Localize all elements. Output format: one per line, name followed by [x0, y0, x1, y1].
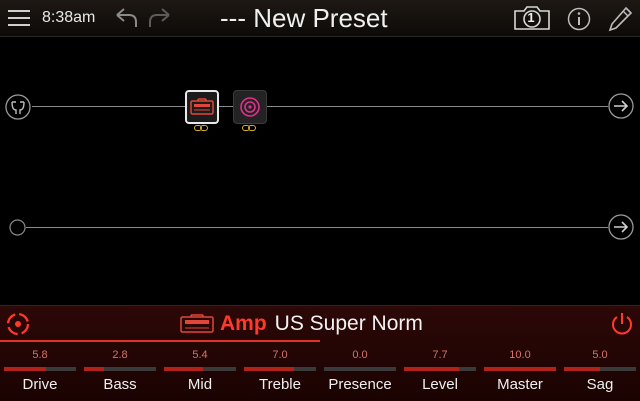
- param-label: Treble: [259, 376, 301, 393]
- link-icon: [194, 125, 208, 131]
- param-slider[interactable]: [404, 367, 476, 371]
- link-icon: [242, 125, 256, 131]
- input-icon[interactable]: [4, 93, 32, 121]
- cab-block[interactable]: [233, 90, 267, 124]
- output-arrow-icon[interactable]: [607, 92, 635, 120]
- param-slider-fill: [564, 367, 600, 371]
- input-2-icon[interactable]: [9, 219, 26, 236]
- param-value: 5.0: [592, 349, 608, 361]
- param-label: Master: [497, 376, 543, 393]
- param-master[interactable]: 10.0 Master: [480, 346, 560, 401]
- param-sag[interactable]: 5.0 Sag: [560, 346, 640, 401]
- param-label: Presence: [328, 376, 392, 393]
- clock: 8:38am: [42, 9, 96, 26]
- param-level[interactable]: 7.7 Level: [400, 346, 480, 401]
- signal-path-1: [32, 106, 608, 107]
- menu-icon[interactable]: [6, 6, 32, 30]
- param-treble[interactable]: 7.0 Treble: [240, 346, 320, 401]
- param-slider[interactable]: [4, 367, 76, 371]
- param-slider[interactable]: [84, 367, 156, 371]
- model-select-icon[interactable]: [5, 311, 31, 337]
- param-label: Bass: [103, 376, 137, 393]
- param-value: 7.7: [432, 349, 448, 361]
- signal-flow-canvas[interactable]: [0, 37, 640, 305]
- param-slider-fill: [164, 367, 203, 371]
- param-value: 2.8: [112, 349, 128, 361]
- info-icon[interactable]: [566, 6, 592, 32]
- block-title[interactable]: Amp US Super Norm: [180, 312, 423, 336]
- param-slider[interactable]: [164, 367, 236, 371]
- param-slider[interactable]: [564, 367, 636, 371]
- param-presence[interactable]: 0.0 Presence: [320, 346, 400, 401]
- param-bass[interactable]: 2.8 Bass: [80, 346, 160, 401]
- param-label: Sag: [586, 376, 614, 393]
- param-value: 0.0: [352, 349, 368, 361]
- amp-block[interactable]: [185, 90, 219, 124]
- param-value: 10.0: [509, 349, 531, 361]
- param-drive[interactable]: 5.8 Drive: [0, 346, 80, 401]
- output-2-arrow-icon[interactable]: [607, 213, 635, 241]
- signal-path-2: [26, 227, 608, 228]
- preset-title[interactable]: --- New Preset: [220, 2, 460, 34]
- param-value: 5.8: [32, 349, 48, 361]
- speaker-icon: [240, 97, 260, 117]
- param-label: Drive: [22, 376, 58, 393]
- block-model: US Super Norm: [274, 312, 423, 335]
- param-slider[interactable]: [324, 367, 396, 371]
- param-slider-fill: [244, 367, 295, 371]
- amp-icon: [190, 98, 214, 115]
- param-value: 5.4: [192, 349, 208, 361]
- snapshot-number: 1: [527, 10, 535, 25]
- power-icon[interactable]: [608, 310, 636, 338]
- param-slider-fill: [404, 367, 460, 371]
- preset-name: New Preset: [253, 3, 388, 33]
- param-slider[interactable]: [484, 367, 556, 371]
- param-slider-fill: [484, 367, 556, 371]
- undo-icon[interactable]: [112, 6, 140, 30]
- block-editor: Amp US Super Norm 5.8 Drive 2.8 Bass 5.4 Mid 7…: [0, 305, 640, 401]
- redo-icon[interactable]: [146, 6, 174, 30]
- param-slider-fill: [4, 367, 46, 371]
- preset-number: ---: [220, 3, 246, 33]
- param-value: 7.0: [272, 349, 288, 361]
- block-category: Amp: [220, 312, 267, 335]
- snapshot-button[interactable]: 1: [512, 5, 552, 31]
- tuner-icon[interactable]: [606, 5, 634, 33]
- param-slider-fill: [84, 367, 105, 371]
- param-label: Mid: [187, 376, 213, 393]
- parameter-row: 5.8 Drive 2.8 Bass 5.4 Mid 7.0 Treble 0.0 Presenc…: [0, 346, 640, 401]
- param-slider[interactable]: [244, 367, 316, 371]
- param-label: Level: [422, 376, 458, 393]
- param-mid[interactable]: 5.4 Mid: [160, 346, 240, 401]
- amp-icon: [180, 314, 214, 333]
- top-bar: 8:38am --- New Preset 1: [0, 0, 640, 37]
- header-underline: [0, 340, 320, 342]
- block-header: Amp US Super Norm: [0, 306, 640, 342]
